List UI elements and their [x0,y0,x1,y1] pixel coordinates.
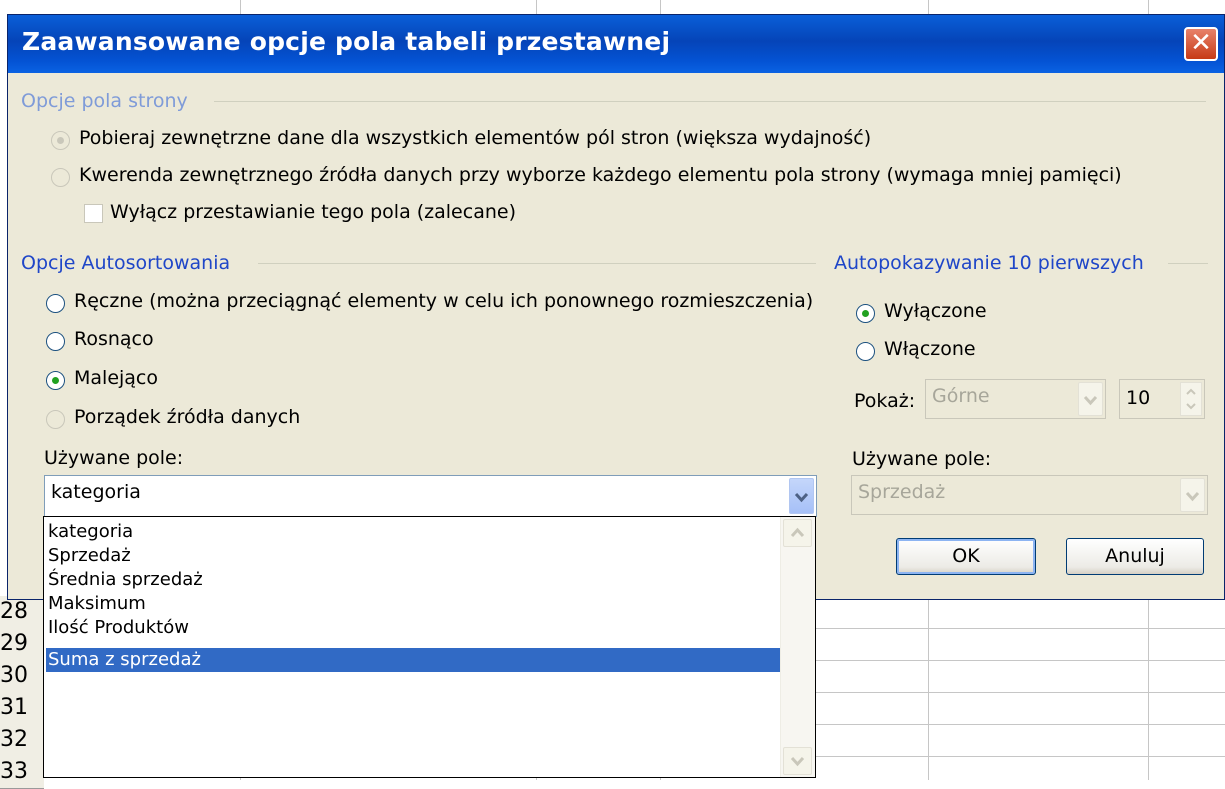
sort-manual-radio[interactable] [46,294,65,313]
radio-dot-icon [52,377,59,384]
autoshow-group-title: Autopokazywanie 10 pierwszych [834,252,1144,274]
autoshow-show-value: Górne [932,385,990,407]
row-header[interactable]: 32 [0,724,44,757]
row-header[interactable]: 31 [0,692,44,725]
group-divider [258,263,816,264]
chevron-up-icon [790,527,805,538]
row-header[interactable]: 33 [0,756,44,789]
sort-field-dropdown-list[interactable]: kategoria Sprzedaż Średnia sprzedaż Maks… [43,516,816,778]
disable-pivot-checkbox [84,204,103,223]
autoshow-on-label[interactable]: Włączone [884,338,976,360]
dropdown-button [1078,382,1103,416]
sort-manual-label[interactable]: Ręczne (można przeciągnąć elementy w cel… [74,290,813,312]
sort-source-order-label: Porządek źródła danych [74,406,301,428]
radio-dot-icon [862,310,869,317]
spin-up-down-icon [1186,388,1196,410]
radio-dot-icon [57,137,64,144]
disable-pivot-label: Wyłącz przestawianie tego pola (zalecane… [110,201,516,223]
group-divider [1168,263,1208,264]
page-options-group-title: Opcje pola strony [21,90,188,112]
row-header[interactable]: 28 [0,596,44,629]
row-header[interactable]: 30 [0,660,44,693]
page-option-all-radio [51,131,70,150]
ok-button[interactable]: OK [896,538,1036,575]
autoshow-field-value: Sprzedaż [858,481,946,503]
sort-descending-label[interactable]: Malejąco [74,367,158,389]
autoshow-field-label: Używane pole: [852,448,992,470]
page-option-all-label: Pobieraj zewnętrzne dane dla wszystkich … [79,127,872,149]
dialog-title: Zaawansowane opcje pola tabeli przestawn… [22,27,671,56]
list-scrollbar[interactable] [780,517,815,777]
dialog-titlebar[interactable]: Zaawansowane opcje pola tabeli przestawn… [8,15,1224,73]
dropdown-button [1180,478,1205,512]
chevron-down-icon [790,756,805,767]
chevron-down-icon [1083,395,1098,406]
autoshow-off-radio[interactable] [856,304,875,323]
chevron-down-icon [1185,491,1200,502]
sort-descending-radio[interactable] [46,371,65,390]
list-item[interactable]: Maksimum [46,592,146,616]
row-header[interactable]: 29 [0,628,44,661]
page-option-query-label: Kwerenda zewnętrznego źródła danych przy… [79,164,1122,186]
autoshow-show-select: Górne [925,379,1106,419]
close-icon: ✕ [1190,28,1212,58]
chevron-down-icon [794,492,809,503]
list-item-selected[interactable]: Suma z sprzedaż [46,648,780,672]
page-option-query-radio [51,168,70,187]
sort-field-value: kategoria [51,481,141,503]
autoshow-on-radio[interactable] [856,342,875,361]
autoshow-field-select: Sprzedaż [851,475,1208,515]
autosort-group-title: Opcje Autosortowania [21,252,231,274]
list-item[interactable]: kategoria [46,520,133,544]
list-item[interactable]: Sprzedaż [46,544,131,568]
autoshow-count-spinner: 10 [1119,379,1205,419]
autoshow-off-label[interactable]: Wyłączone [884,300,987,322]
sort-field-select[interactable]: kategoria [44,475,817,517]
autoshow-count-value: 10 [1126,387,1151,409]
sort-field-label: Używane pole: [44,447,184,469]
list-item[interactable]: Ilość Produktów [46,616,189,640]
sort-ascending-label[interactable]: Rosnąco [74,328,154,350]
sort-ascending-radio[interactable] [46,332,65,351]
cancel-button[interactable]: Anuluj [1066,538,1204,575]
sort-source-order-radio [46,410,65,429]
group-divider [214,101,1206,102]
autoshow-show-label: Pokaż: [854,390,916,412]
pivot-field-advanced-dialog: Zaawansowane opcje pola tabeli przestawn… [7,14,1225,600]
list-item[interactable]: Średnia sprzedaż [46,568,203,592]
dropdown-button[interactable] [789,478,814,514]
close-button[interactable]: ✕ [1184,27,1218,61]
spin-buttons [1180,382,1202,416]
scroll-down-button[interactable] [783,747,812,775]
scroll-up-button[interactable] [783,519,812,547]
